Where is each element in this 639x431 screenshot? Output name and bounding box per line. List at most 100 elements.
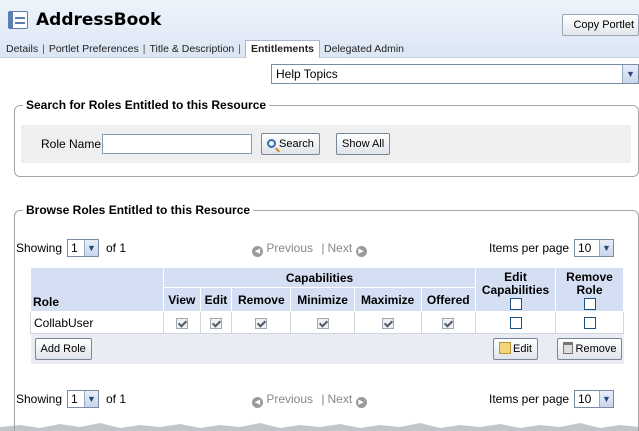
remove-checkbox-cell xyxy=(231,311,292,334)
search-section-legend: Search for Roles Entitled to this Resour… xyxy=(23,98,270,112)
pager-nav: ◀ Previous | Next ▶ xyxy=(252,241,367,257)
address-book-icon xyxy=(8,11,28,29)
capabilities-header: Capabilities xyxy=(163,267,476,288)
items-per-page-select[interactable]: 10 ▼ xyxy=(574,239,614,257)
pager-bottom: Showing 1 ▼ of 1 ◀ Previous | Next ▶ Item… xyxy=(16,389,626,411)
edit-checkbox xyxy=(209,317,222,329)
edit-checkbox-cell xyxy=(199,311,233,334)
edit-button-label: Edit xyxy=(513,342,532,355)
page-title: AddressBook xyxy=(36,10,162,30)
edit-capabilities-checkbox[interactable] xyxy=(509,317,522,330)
next-link[interactable]: Next xyxy=(328,241,353,255)
capability-header-remove: Remove xyxy=(231,287,292,312)
edit-button-cell: Edit xyxy=(475,333,556,364)
table-row: CollabUser xyxy=(30,311,624,334)
edit-icon xyxy=(499,341,512,354)
tab-separator: | xyxy=(142,43,146,55)
search-form: Role Name Search Show All xyxy=(21,125,631,163)
previous-link[interactable]: Previous xyxy=(266,392,313,406)
capability-header-maximize: Maximize xyxy=(353,287,422,312)
copy-portlet-button[interactable]: Copy Portlet xyxy=(562,14,639,36)
table-actions-row: Add Role Edit Remove xyxy=(30,333,624,364)
pager-separator: | xyxy=(321,241,325,255)
chevron-down-icon[interactable]: ▼ xyxy=(599,240,613,256)
edit-capabilities-header-label: Edit Capabilities xyxy=(481,270,550,297)
trash-icon xyxy=(562,341,573,354)
edit-capabilities-header: Edit Capabilities xyxy=(475,267,556,312)
offered-checkbox-cell xyxy=(420,311,476,334)
tab-details[interactable]: Details xyxy=(6,43,38,55)
previous-arrow-icon: ◀ xyxy=(252,246,263,257)
next-link[interactable]: Next xyxy=(328,392,353,406)
edit-capabilities-cell xyxy=(475,311,556,334)
add-role-cell: Add Role xyxy=(30,333,476,364)
pager-top: Showing 1 ▼ of 1 ◀ Previous | Next ▶ Item… xyxy=(16,238,626,260)
tab-title-description[interactable]: Title & Description xyxy=(149,43,234,55)
next-arrow-icon: ▶ xyxy=(355,246,367,257)
capability-header-edit: Edit xyxy=(199,287,233,312)
role-name-cell: CollabUser xyxy=(30,311,164,334)
help-topics-value: Help Topics xyxy=(276,67,338,81)
show-all-button[interactable]: Show All xyxy=(336,133,391,155)
pager-separator: | xyxy=(321,392,325,406)
minimize-checkbox xyxy=(316,317,329,329)
portlet-title-bar: AddressBook xyxy=(8,10,161,30)
previous-arrow-icon: ◀ xyxy=(252,397,263,408)
view-checkbox xyxy=(175,317,188,329)
edit-button[interactable]: Edit xyxy=(493,337,538,360)
torn-edge-decoration xyxy=(0,423,639,431)
offered-checkbox xyxy=(442,317,455,329)
page-count-label: of 1 xyxy=(106,241,127,255)
previous-link[interactable]: Previous xyxy=(266,241,313,255)
next-arrow-icon: ▶ xyxy=(355,397,367,408)
chevron-down-icon[interactable]: ▼ xyxy=(622,65,638,83)
page-count-label: of 1 xyxy=(106,392,127,406)
page-select[interactable]: 1 ▼ xyxy=(67,239,99,257)
remove-button-label: Remove xyxy=(575,342,617,355)
tab-bar: Details | Portlet Preferences | Title & … xyxy=(6,40,404,58)
capability-header-view: View xyxy=(163,287,201,312)
items-per-page-label: Items per page xyxy=(489,241,570,255)
browse-section-legend: Browse Roles Entitled to this Resource xyxy=(23,203,254,217)
portlet-header: AddressBook Copy Portlet Details | Portl… xyxy=(0,0,639,58)
items-per-page-select[interactable]: 10 ▼ xyxy=(574,390,614,408)
capability-header-minimize: Minimize xyxy=(290,287,355,312)
showing-label: Showing xyxy=(16,241,63,255)
role-column-header: Role xyxy=(30,267,164,312)
remove-role-select-all[interactable] xyxy=(583,297,596,310)
maximize-checkbox-cell xyxy=(353,311,422,334)
roles-table: Role Capabilities Edit Capabilities Remo… xyxy=(30,267,624,364)
remove-button[interactable]: Remove xyxy=(556,337,623,360)
add-role-button[interactable]: Add Role xyxy=(34,337,92,360)
help-topics-select[interactable]: Help Topics ▼ xyxy=(271,64,639,84)
search-button[interactable]: Search xyxy=(261,133,320,155)
showing-label: Showing xyxy=(16,392,63,406)
page-select-value: 1 xyxy=(71,241,78,255)
remove-button-cell: Remove xyxy=(555,333,624,364)
search-button-label: Search xyxy=(279,138,314,150)
minimize-checkbox-cell xyxy=(290,311,355,334)
remove-role-header-label: Remove Role xyxy=(566,270,613,297)
items-per-page-value: 10 xyxy=(578,241,592,255)
tab-portlet-preferences[interactable]: Portlet Preferences xyxy=(49,43,139,55)
page-select-value: 1 xyxy=(71,392,78,406)
chevron-down-icon[interactable]: ▼ xyxy=(84,391,98,407)
remove-role-checkbox[interactable] xyxy=(583,317,596,330)
capability-header-offered: Offered xyxy=(420,287,476,312)
role-name-input[interactable] xyxy=(102,134,252,154)
remove-role-header: Remove Role xyxy=(555,267,624,312)
items-per-page-label: Items per page xyxy=(489,392,570,406)
chevron-down-icon[interactable]: ▼ xyxy=(84,240,98,256)
chevron-down-icon[interactable]: ▼ xyxy=(599,391,613,407)
items-per-page-value: 10 xyxy=(578,392,592,406)
page-select[interactable]: 1 ▼ xyxy=(67,390,99,408)
role-name-label: Role Name xyxy=(41,137,102,151)
remove-role-cell xyxy=(555,311,624,334)
edit-capabilities-select-all[interactable] xyxy=(509,297,522,310)
tab-delegated-admin[interactable]: Delegated Admin xyxy=(324,43,404,55)
search-roles-section: Search for Roles Entitled to this Resour… xyxy=(14,98,639,177)
pager-nav: ◀ Previous | Next ▶ xyxy=(252,392,367,408)
tab-separator: | xyxy=(238,43,242,55)
tab-entitlements[interactable]: Entitlements xyxy=(245,40,321,58)
view-checkbox-cell xyxy=(163,311,201,334)
